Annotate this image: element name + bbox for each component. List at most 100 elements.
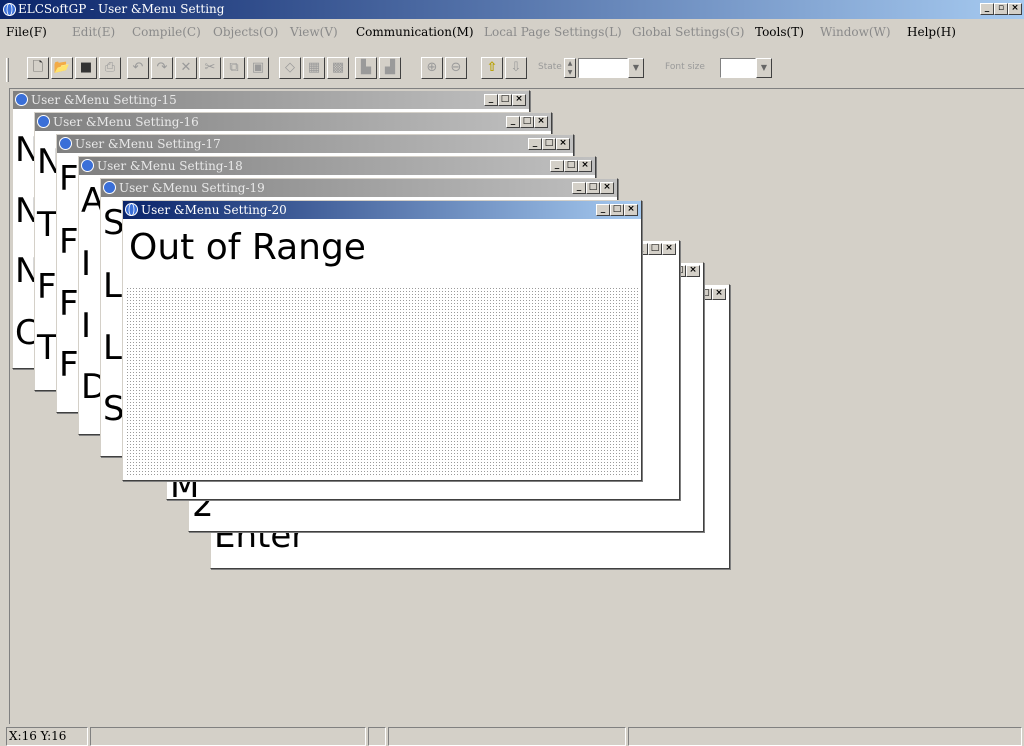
window-text: T xyxy=(37,205,58,245)
child-maximize-button[interactable]: □ xyxy=(542,138,556,150)
status-pane xyxy=(90,727,366,746)
child-title-bar[interactable]: User &Menu Setting-15 _ □ × xyxy=(13,91,529,109)
menu-help[interactable]: Help(H) xyxy=(907,25,956,39)
cursor-coords: X:16 Y:16 xyxy=(6,727,88,746)
menu-file[interactable]: File(F) xyxy=(6,25,47,39)
menu-objects[interactable]: Objects(O) xyxy=(213,25,278,39)
child-title-bar[interactable]: User &Menu Setting-20 _ □ × xyxy=(123,201,641,219)
child-minimize-button[interactable]: _ xyxy=(596,204,610,216)
toolbar: 🗋 📂 ■ ⎙ ↶ ↷ ✕ ✂ ⧉ ▣ ◇ ▦ ▩ ▙ ▟ ⊕ ⊖ ⇧ ⇩ St… xyxy=(0,52,1024,88)
fontsize-label: Font size xyxy=(665,62,705,72)
window-text: I xyxy=(81,244,92,284)
mdi-workspace: _ □ × Enter _ □ × 2 _ □ × M User &Menu S… xyxy=(9,88,1024,724)
state-label: State xyxy=(538,62,562,72)
child-close-button[interactable]: × xyxy=(662,243,676,255)
child-title-bar[interactable]: User &Menu Setting-19 _ □ × xyxy=(101,179,617,197)
undo-icon[interactable]: ↶ xyxy=(127,57,149,79)
cut-icon[interactable]: ✂ xyxy=(199,57,221,79)
print-icon[interactable]: ⎙ xyxy=(99,57,121,79)
child-title: User &Menu Setting-16 xyxy=(53,115,199,129)
child-close-button[interactable]: × xyxy=(600,182,614,194)
child-window-20[interactable]: User &Menu Setting-20 _ □ × Out of Range xyxy=(122,200,642,481)
child-minimize-button[interactable]: _ xyxy=(484,94,498,106)
child-close-button[interactable]: × xyxy=(712,288,726,300)
status-pane xyxy=(388,727,626,746)
child-maximize-button[interactable]: □ xyxy=(610,204,624,216)
globe-icon xyxy=(125,203,138,216)
fontsize-dropdown-icon[interactable]: ▼ xyxy=(756,58,772,78)
state-select[interactable] xyxy=(578,58,628,78)
menu-tools[interactable]: Tools(T) xyxy=(755,25,804,39)
menu-compile[interactable]: Compile(C) xyxy=(132,25,201,39)
child-title-bar[interactable]: User &Menu Setting-18 _ □ × xyxy=(79,157,595,175)
child-close-button[interactable]: × xyxy=(556,138,570,150)
child-close-button[interactable]: × xyxy=(686,265,700,277)
restore-button[interactable]: ▫ xyxy=(994,3,1008,15)
menu-view[interactable]: View(V) xyxy=(290,25,338,39)
child-title: User &Menu Setting-19 xyxy=(119,181,265,195)
child-title: User &Menu Setting-15 xyxy=(31,93,177,107)
window-text: F xyxy=(59,222,79,262)
window-text: F xyxy=(59,159,79,199)
state-spinner[interactable]: ▲ ▼ xyxy=(564,58,576,78)
open-icon[interactable]: 📂 xyxy=(51,57,73,79)
child-close-button[interactable]: × xyxy=(534,116,548,128)
child-title-bar[interactable]: User &Menu Setting-16 _ □ × xyxy=(35,113,551,131)
edit-grid-area[interactable] xyxy=(126,287,638,477)
child-title: User &Menu Setting-17 xyxy=(75,137,221,151)
status-pane xyxy=(628,727,1022,746)
child-maximize-button[interactable]: □ xyxy=(586,182,600,194)
menu-bar: File(F) Edit(E) Compile(C) Objects(O) Vi… xyxy=(0,19,1024,43)
paste-icon[interactable]: ▣ xyxy=(247,57,269,79)
copy-icon[interactable]: ⧉ xyxy=(223,57,245,79)
menu-edit[interactable]: Edit(E) xyxy=(72,25,115,39)
child-minimize-button[interactable]: _ xyxy=(550,160,564,172)
menu-global-settings[interactable]: Global Settings(G) xyxy=(632,25,744,39)
child-minimize-button[interactable]: _ xyxy=(506,116,520,128)
menu-window[interactable]: Window(W) xyxy=(820,25,891,39)
import-icon[interactable]: ▙ xyxy=(355,57,377,79)
close-button[interactable]: × xyxy=(1008,3,1022,15)
globe-icon xyxy=(37,115,50,128)
window-text: F xyxy=(59,284,79,324)
window-text: I xyxy=(81,306,92,346)
download-icon[interactable]: ▦ xyxy=(303,57,325,79)
fontsize-select[interactable] xyxy=(720,58,756,78)
state-dropdown-icon[interactable]: ▼ xyxy=(628,58,644,78)
eraser-icon[interactable]: ◇ xyxy=(279,57,301,79)
child-minimize-button[interactable]: _ xyxy=(572,182,586,194)
window-text: F xyxy=(37,267,57,307)
status-pane xyxy=(368,727,386,746)
minimize-button[interactable]: _ xyxy=(980,3,994,15)
delete-icon[interactable]: ✕ xyxy=(175,57,197,79)
zoom-in-icon[interactable]: ⊕ xyxy=(421,57,443,79)
new-icon[interactable]: 🗋 xyxy=(27,57,49,79)
save-icon[interactable]: ■ xyxy=(75,57,97,79)
menu-local-page-settings[interactable]: Local Page Settings(L) xyxy=(484,25,622,39)
child-title: User &Menu Setting-18 xyxy=(97,159,243,173)
arrow-down-icon[interactable]: ⇩ xyxy=(505,57,527,79)
app-title-bar[interactable]: ELCSoftGP - User &Menu Setting _ ▫ × xyxy=(0,0,1024,19)
toolbar-grip[interactable] xyxy=(6,58,9,82)
child-close-button[interactable]: × xyxy=(624,204,638,216)
globe-icon xyxy=(103,181,116,194)
upload-icon[interactable]: ▩ xyxy=(327,57,349,79)
globe-icon xyxy=(59,137,72,150)
menu-communication[interactable]: Communication(M) xyxy=(356,25,474,39)
arrow-up-icon[interactable]: ⇧ xyxy=(481,57,503,79)
status-bar: X:16 Y:16 xyxy=(0,726,1024,746)
child-title-bar[interactable]: User &Menu Setting-17 _ □ × xyxy=(57,135,573,153)
window-text: F xyxy=(59,345,79,385)
export-icon[interactable]: ▟ xyxy=(379,57,401,79)
child-maximize-button[interactable]: □ xyxy=(498,94,512,106)
zoom-out-icon[interactable]: ⊖ xyxy=(445,57,467,79)
child-minimize-button[interactable]: _ xyxy=(528,138,542,150)
redo-icon[interactable]: ↷ xyxy=(151,57,173,79)
child-close-button[interactable]: × xyxy=(578,160,592,172)
child-close-button[interactable]: × xyxy=(512,94,526,106)
globe-icon xyxy=(15,93,28,106)
child-maximize-button[interactable]: □ xyxy=(648,243,662,255)
window-text: L xyxy=(103,328,122,368)
child-maximize-button[interactable]: □ xyxy=(564,160,578,172)
child-maximize-button[interactable]: □ xyxy=(520,116,534,128)
